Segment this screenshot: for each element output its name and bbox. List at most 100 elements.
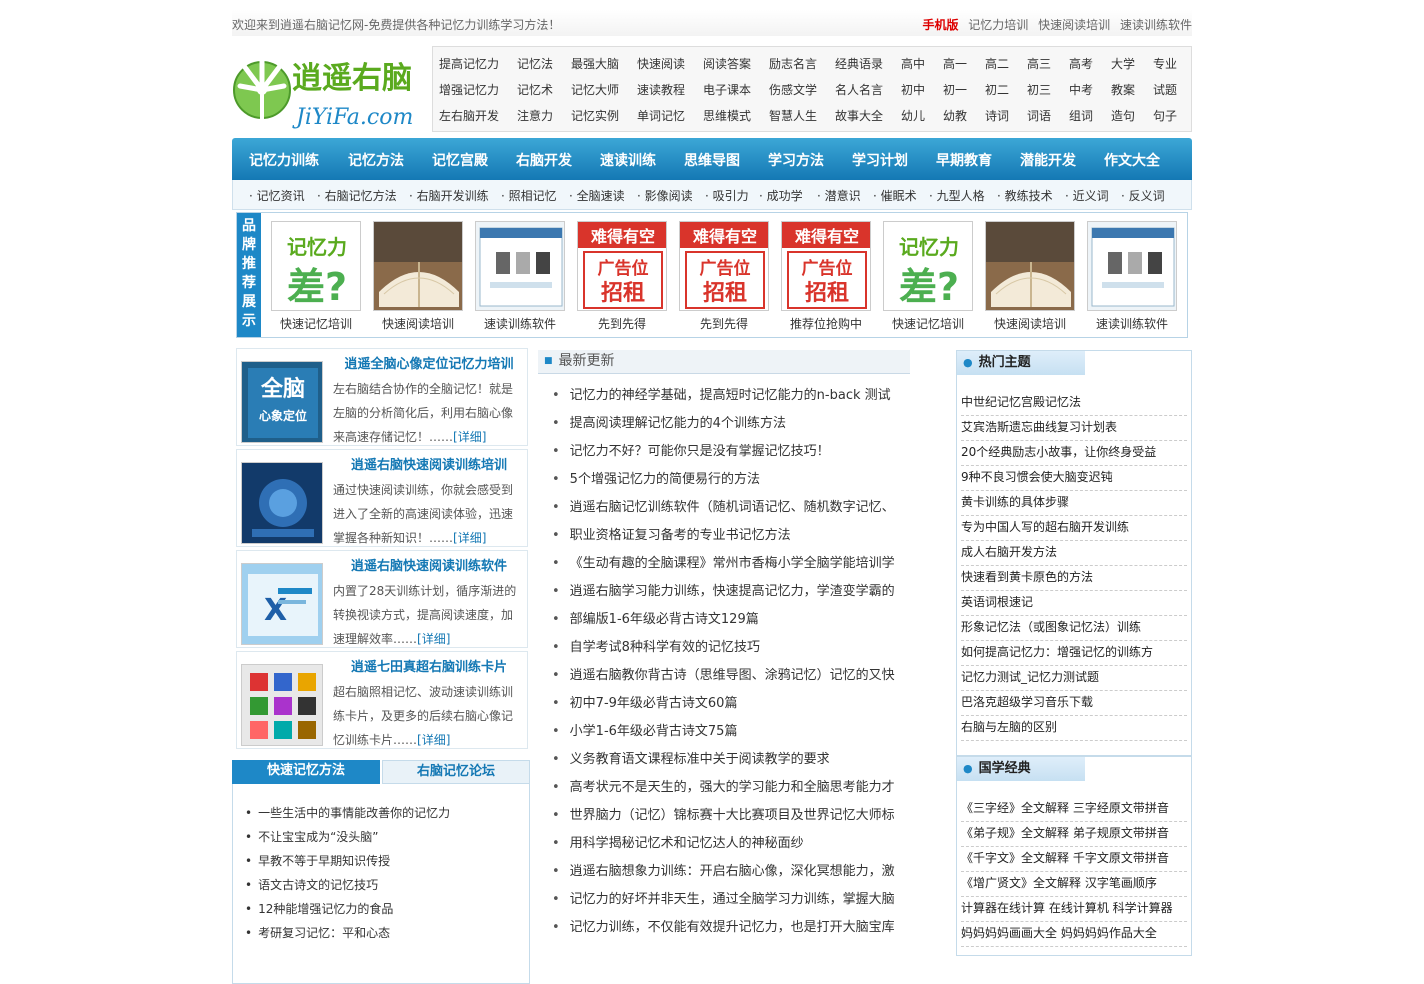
category-link[interactable]: 励志名言 [769,55,817,72]
category-link[interactable]: 记忆大师 [571,81,619,98]
classic-item[interactable]: 《弟子规》全文解释 弟子规原文带拼音 [961,822,1187,847]
latest-item[interactable]: 小学1-6年级必背古诗文75篇 [552,720,932,739]
sub-nav-item[interactable]: · 照相记忆 [501,187,557,204]
category-link[interactable]: 幼教 [943,107,967,124]
category-link[interactable]: 高二 [985,55,1009,72]
tab-forum[interactable]: 右脑记忆论坛 [382,760,530,784]
tab-list-item[interactable]: 语文古诗文的记忆技巧 [245,876,378,893]
feature-title[interactable]: 逍遥七田真超右脑训练卡片 [333,656,525,675]
classic-item[interactable]: 妈妈妈妈画画大全 妈妈妈妈作品大全 [961,922,1187,947]
hot-topic-item[interactable]: 巴洛克超级学习音乐下载 [961,691,1187,716]
category-link[interactable]: 伤感文学 [769,81,817,98]
brand-image[interactable]: 记忆力 差? [883,221,973,311]
classic-item[interactable]: 计算器在线计算 在线计算机 科学计算器 [961,897,1187,922]
main-nav-item[interactable]: 学习方法 [768,150,824,170]
classic-item[interactable]: 《增广贤文》全文解释 汉字笔画顺序 [961,872,1187,897]
category-link[interactable]: 大学 [1111,55,1135,72]
sub-nav-item[interactable]: · 吸引力 [705,187,749,204]
category-link[interactable]: 经典语录 [835,55,883,72]
brand-item[interactable]: 难得有空 广告位 招租 先到先得 [679,221,769,332]
brand-image[interactable] [985,221,1075,311]
category-link[interactable]: 记忆实例 [571,107,619,124]
category-link[interactable]: 电子课本 [703,81,751,98]
hot-topic-item[interactable]: 成人右脑开发方法 [961,541,1187,566]
category-link[interactable]: 阅读答案 [703,55,751,72]
classic-item[interactable]: 《千字文》全文解释 千字文原文带拼音 [961,847,1187,872]
hot-topic-item[interactable]: 黄卡训练的具体步骤 [961,491,1187,516]
latest-item[interactable]: 初中7-9年级必背古诗文60篇 [552,692,932,711]
feature-image[interactable] [241,664,323,746]
brand-caption[interactable]: 先到先得 [577,315,667,332]
category-link[interactable]: 诗词 [985,107,1009,124]
main-nav-item[interactable]: 记忆宫殿 [432,150,488,170]
category-link[interactable]: 初一 [943,81,967,98]
category-link[interactable]: 增强记忆力 [439,81,499,98]
category-link[interactable]: 词语 [1027,107,1051,124]
brand-caption[interactable]: 快速记忆培训 [271,315,361,332]
tab-fast-memory[interactable]: 快速记忆方法 [232,760,380,784]
mobile-version-link[interactable]: 手机版 [922,18,958,32]
category-link[interactable]: 智慧人生 [769,107,817,124]
main-nav-item[interactable]: 速读训练 [600,150,656,170]
category-link[interactable]: 单词记忆 [637,107,685,124]
category-link[interactable]: 组词 [1069,107,1093,124]
category-link[interactable]: 试题 [1153,81,1177,98]
tab-list-item[interactable]: 早教不等于早期知识传授 [245,852,390,869]
category-link[interactable]: 中考 [1069,81,1093,98]
brand-item[interactable]: 难得有空 广告位 招租先到先得 [577,221,667,332]
brand-caption[interactable]: 速读训练软件 [475,315,565,332]
category-link[interactable]: 初二 [985,81,1009,98]
hot-topic-item[interactable]: 9种不良习惯会使大脑变迟钝 [961,466,1187,491]
feature-title[interactable]: 逍遥全脑心像定位记忆力培训 [333,353,525,372]
brand-item[interactable]: 记忆力 差? 快速记忆培训 [271,221,361,332]
hot-topic-item[interactable]: 英语词根速记 [961,591,1187,616]
latest-item[interactable]: 用科学揭秘记忆术和记忆达人的神秘面纱 [552,832,932,851]
feature-detail-link[interactable]: [详细] [453,531,486,545]
tab-list-item[interactable]: 不让宝宝成为“没头脑” [245,828,378,845]
category-link[interactable]: 高一 [943,55,967,72]
latest-item[interactable]: 记忆力的神经学基础，提高短时记忆能力的n-back 测试 [552,384,932,403]
sub-nav-item[interactable]: · 成功学 [759,187,803,204]
hot-topic-item[interactable]: 专为中国人写的超右脑开发训练 [961,516,1187,541]
feature-detail-link[interactable]: [详细] [453,430,486,444]
latest-item[interactable]: 提高阅读理解记忆能力的4个训练方法 [552,412,932,431]
category-link[interactable]: 高中 [901,55,925,72]
latest-item[interactable]: 《生动有趣的全脑课程》常州市香梅小学全脑学能培训学 [552,552,932,571]
brand-image[interactable] [1087,221,1177,311]
brand-image[interactable]: 记忆力 差? [271,221,361,311]
latest-item[interactable]: 逍遥右脑学习能力训练，快速提高记忆力，学渣变学霸的 [552,580,932,599]
main-nav-item[interactable]: 记忆力训练 [249,150,319,170]
latest-item[interactable]: 义务教育语文课程标准中关于阅读教学的要求 [552,748,932,767]
sub-nav-item[interactable]: · 近义词 [1065,187,1109,204]
sub-nav-item[interactable]: · 教练技术 [997,187,1053,204]
brand-image[interactable]: 难得有空 广告位 招租 [781,221,871,311]
brand-caption[interactable]: 快速记忆培训 [883,315,973,332]
hot-topic-item[interactable]: 形象记忆法（或图象记忆法）训练 [961,616,1187,641]
latest-item[interactable]: 部编版1-6年级必背古诗文129篇 [552,608,932,627]
main-nav-item[interactable]: 作文大全 [1104,150,1160,170]
category-link[interactable]: 记忆术 [517,81,553,98]
feature-title[interactable]: 逍遥右脑快速阅读训练软件 [333,555,525,574]
brand-image[interactable] [373,221,463,311]
brand-image[interactable]: 难得有空 广告位 招租 [577,221,667,311]
brand-caption[interactable]: 推荐位抢购中 [781,315,871,332]
latest-item[interactable]: 自学考试8种科学有效的记忆技巧 [552,636,932,655]
brand-image[interactable]: 难得有空 广告位 招租 [679,221,769,311]
site-logo[interactable]: 逍遥右脑 JiYiFa.com [232,46,428,132]
tab-list-item[interactable]: 一些生活中的事情能改善你的记忆力 [245,804,450,821]
latest-item[interactable]: 逍遥右脑教你背古诗（思维导图、涂鸦记忆）记忆的又快 [552,664,932,683]
hot-topic-item[interactable]: 20个经典励志小故事，让你终身受益 [961,441,1187,466]
hot-topic-item[interactable]: 快速看到黄卡原色的方法 [961,566,1187,591]
brand-item[interactable]: 快速阅读培训 [373,221,463,332]
hot-topic-item[interactable]: 艾宾浩斯遗忘曲线复习计划表 [961,416,1187,441]
category-link[interactable]: 左右脑开发 [439,107,499,124]
main-nav-item[interactable]: 思维导图 [684,150,740,170]
hot-topic-item[interactable]: 右脑与左脑的区别 [961,716,1187,741]
category-link[interactable]: 注意力 [517,107,553,124]
latest-item[interactable]: 高考状元不是天生的，强大的学习能力和全脑思考能力才 [552,776,932,795]
sub-nav-item[interactable]: · 九型人格 [929,187,985,204]
top-link-speed-reading[interactable]: 快速阅读培训 [1038,18,1110,32]
category-link[interactable]: 高三 [1027,55,1051,72]
top-link-software[interactable]: 速读训练软件 [1120,18,1192,32]
main-nav-item[interactable]: 右脑开发 [516,150,572,170]
